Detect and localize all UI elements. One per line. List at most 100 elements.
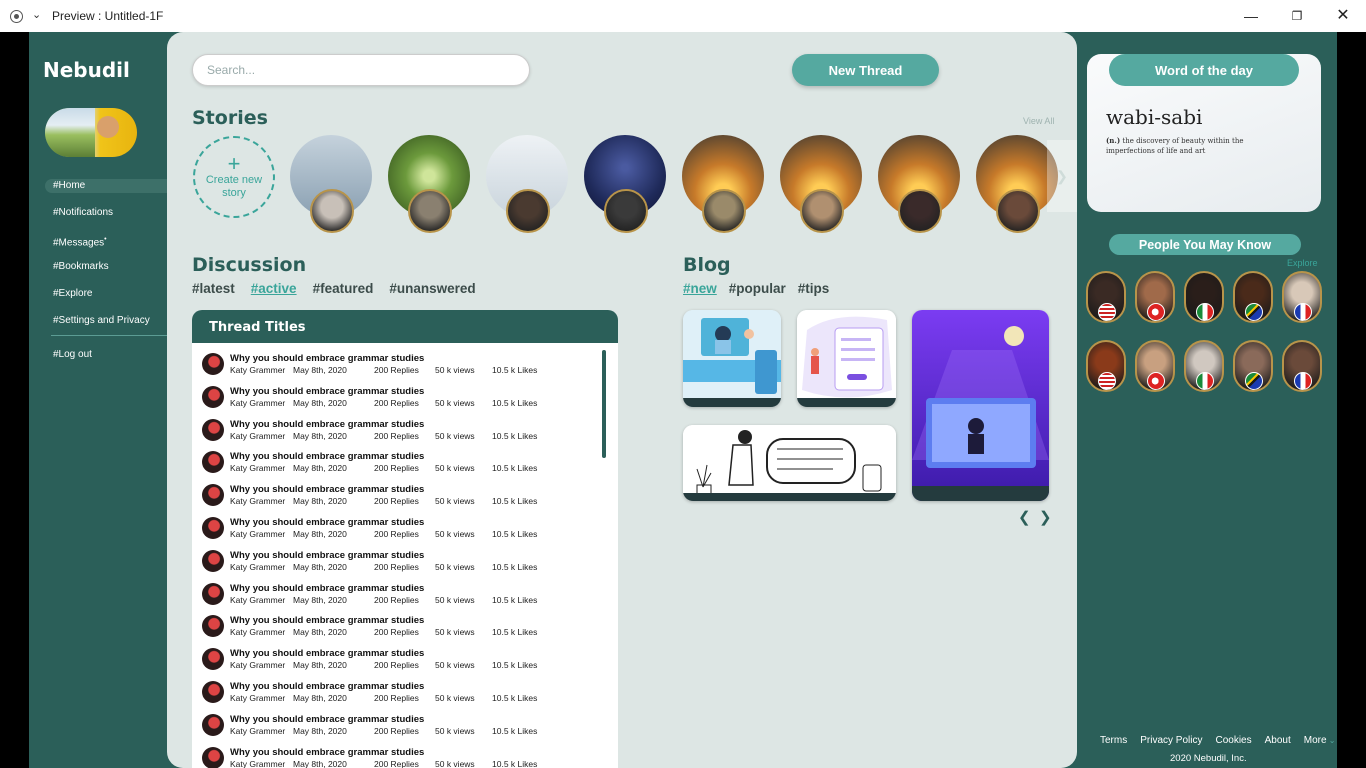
thread-date: May 8th, 2020 xyxy=(293,430,347,441)
thread-views: 50 k views xyxy=(435,528,475,539)
thread-title[interactable]: Why you should embrace grammar studies xyxy=(230,386,424,397)
thread-author: Katy Grammer xyxy=(230,463,286,474)
thread-likes: 10.5 k Likes xyxy=(492,725,538,736)
thread-title[interactable]: Why you should embrace grammar studies xyxy=(230,484,424,495)
chevron-right-icon[interactable]: ❯ xyxy=(1039,508,1052,526)
sidebar-item-settings[interactable]: #Settings and Privacy xyxy=(45,314,167,341)
tab-active[interactable]: #active xyxy=(251,281,297,296)
table-row[interactable]: Why you should embrace grammar studies K… xyxy=(192,709,618,742)
suggested-person-avatar[interactable] xyxy=(1135,340,1175,392)
thread-title[interactable]: Why you should embrace grammar studies xyxy=(230,747,424,758)
story-item[interactable] xyxy=(878,135,960,233)
thread-title[interactable]: Why you should embrace grammar studies xyxy=(230,681,424,692)
sidebar-item-bookmarks[interactable]: #Bookmarks xyxy=(45,260,167,287)
sidebar-item-home[interactable]: #Home xyxy=(45,179,167,193)
tab-featured[interactable]: #featured xyxy=(313,281,374,296)
create-story-button[interactable]: + Create new story xyxy=(193,136,275,218)
thread-title[interactable]: Why you should embrace grammar studies xyxy=(230,615,424,626)
search-input[interactable]: Search... xyxy=(192,54,530,86)
suggested-person-avatar[interactable] xyxy=(1233,271,1273,323)
thread-date: May 8th, 2020 xyxy=(293,561,347,572)
close-icon[interactable]: ✕ xyxy=(1333,6,1353,26)
profile-avatar[interactable] xyxy=(45,108,137,157)
discussion-tabs: #latest #active #featured #unanswered xyxy=(192,281,476,296)
thread-title[interactable]: Why you should embrace grammar studies xyxy=(230,583,424,594)
sidebar-item-notifications[interactable]: #Notifications xyxy=(45,206,167,233)
view-all-link[interactable]: View All xyxy=(1023,116,1054,126)
tab-new[interactable]: #new xyxy=(683,281,717,296)
table-row[interactable]: Why you should embrace grammar studies K… xyxy=(192,348,618,381)
thread-list: Why you should embrace grammar studies K… xyxy=(192,343,618,768)
story-item[interactable] xyxy=(486,135,568,233)
thread-replies: 200 Replies xyxy=(374,758,419,768)
thread-likes: 10.5 k Likes xyxy=(492,528,538,539)
footer-link-cookies[interactable]: Cookies xyxy=(1215,735,1251,746)
story-item[interactable] xyxy=(290,135,372,233)
new-thread-button[interactable]: New Thread xyxy=(792,54,939,86)
stories-next-icon[interactable]: ❯ xyxy=(1047,140,1077,212)
table-row[interactable]: Why you should embrace grammar studies K… xyxy=(192,545,618,578)
suggested-person-avatar[interactable] xyxy=(1282,271,1322,323)
thread-author: Katy Grammer xyxy=(230,397,286,408)
footer-link-label: More xyxy=(1303,735,1327,746)
chevron-left-icon[interactable]: ❮ xyxy=(1018,508,1031,526)
table-row[interactable]: Why you should embrace grammar studies K… xyxy=(192,676,618,709)
suggested-person-avatar[interactable] xyxy=(1135,271,1175,323)
sidebar-item-explore[interactable]: #Explore xyxy=(45,287,167,314)
tab-popular[interactable]: #popular xyxy=(729,281,786,296)
restore-icon[interactable]: ❐ xyxy=(1287,6,1307,26)
brand-logo[interactable]: Nebudil xyxy=(43,58,130,82)
scrollbar[interactable] xyxy=(602,350,606,458)
table-row[interactable]: Why you should embrace grammar studies K… xyxy=(192,414,618,447)
sidebar-item-logout[interactable]: #Log out xyxy=(45,348,167,375)
app-menu-icon[interactable] xyxy=(10,10,23,23)
table-row[interactable]: Why you should embrace grammar studies K… xyxy=(192,446,618,479)
usa-flag-icon xyxy=(1098,303,1116,321)
suggested-person-avatar[interactable] xyxy=(1233,340,1273,392)
thread-title[interactable]: Why you should embrace grammar studies xyxy=(230,517,424,528)
tab-unanswered[interactable]: #unanswered xyxy=(389,281,475,296)
thread-title[interactable]: Why you should embrace grammar studies xyxy=(230,451,424,462)
thread-title[interactable]: Why you should embrace grammar studies xyxy=(230,419,424,430)
footer-link-about[interactable]: About xyxy=(1265,735,1291,746)
thread-author: Katy Grammer xyxy=(230,660,286,671)
sidebar-item-messages[interactable]: #Messages• xyxy=(45,233,167,260)
table-row[interactable]: Why you should embrace grammar studies K… xyxy=(192,479,618,512)
thread-title[interactable]: Why you should embrace grammar studies xyxy=(230,648,424,659)
suggested-person-avatar[interactable] xyxy=(1086,271,1126,323)
story-item[interactable] xyxy=(388,135,470,233)
footer-link-privacy[interactable]: Privacy Policy xyxy=(1140,735,1202,746)
table-row[interactable]: Why you should embrace grammar studies K… xyxy=(192,512,618,545)
blog-card[interactable] xyxy=(683,310,781,407)
table-row[interactable]: Why you should embrace grammar studies K… xyxy=(192,742,618,768)
blog-card[interactable] xyxy=(912,310,1049,501)
suggested-person-avatar[interactable] xyxy=(1184,340,1224,392)
avatar xyxy=(202,451,224,474)
thread-likes: 10.5 k Likes xyxy=(492,463,538,474)
table-row[interactable]: Why you should embrace grammar studies K… xyxy=(192,578,618,611)
table-row[interactable]: Why you should embrace grammar studies K… xyxy=(192,381,618,414)
tab-latest[interactable]: #latest xyxy=(192,281,235,296)
tab-tips[interactable]: #tips xyxy=(798,281,830,296)
blog-card[interactable] xyxy=(683,425,896,501)
story-item[interactable] xyxy=(976,135,1058,233)
suggested-person-avatar[interactable] xyxy=(1282,340,1322,392)
suggested-person-avatar[interactable] xyxy=(1086,340,1126,392)
explore-link[interactable]: Explore xyxy=(1287,258,1318,268)
story-item[interactable] xyxy=(780,135,862,233)
story-item[interactable] xyxy=(682,135,764,233)
footer-link-terms[interactable]: Terms xyxy=(1100,735,1127,746)
thread-title[interactable]: Why you should embrace grammar studies xyxy=(230,714,424,725)
thread-title[interactable]: Why you should embrace grammar studies xyxy=(230,550,424,561)
chevron-down-icon[interactable]: ⌄ xyxy=(32,8,41,21)
thread-title[interactable]: Why you should embrace grammar studies xyxy=(230,353,424,364)
story-item[interactable] xyxy=(584,135,666,233)
table-row[interactable]: Why you should embrace grammar studies K… xyxy=(192,610,618,643)
table-row[interactable]: Why you should embrace grammar studies K… xyxy=(192,643,618,676)
france-flag-icon xyxy=(1294,303,1312,321)
thread-author: Katy Grammer xyxy=(230,725,286,736)
minimize-icon[interactable]: — xyxy=(1241,6,1261,26)
blog-card[interactable] xyxy=(797,310,896,407)
footer-link-more[interactable]: More ⌄ xyxy=(1304,735,1336,746)
suggested-person-avatar[interactable] xyxy=(1184,271,1224,323)
